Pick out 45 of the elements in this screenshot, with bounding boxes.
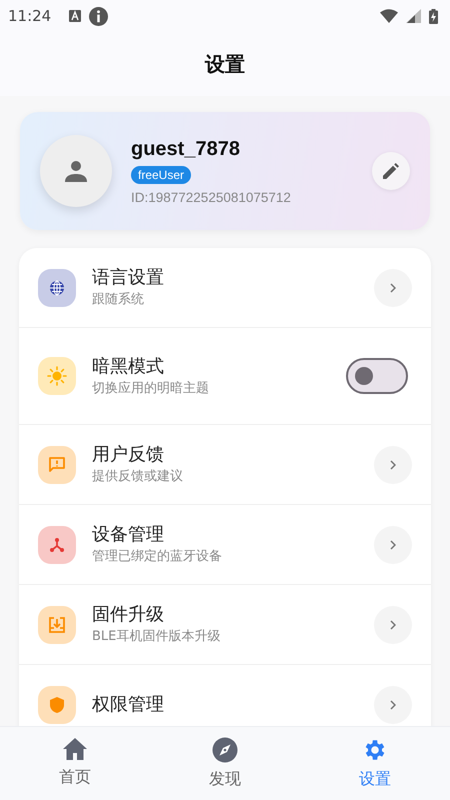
pencil-icon (383, 163, 399, 179)
chevron-icon (390, 282, 396, 292)
chevron-button[interactable] (374, 446, 412, 484)
battery-icon (429, 8, 438, 24)
setting-title: 语言设置 (92, 267, 165, 289)
settings-row[interactable]: 暗黑模式 切换应用的明暗主题 (19, 328, 431, 425)
keyboard-icon (69, 10, 82, 22)
nav-tab[interactable]: 发现 (150, 727, 300, 800)
signal-icon (406, 9, 421, 23)
username: guest_7878 (131, 138, 240, 160)
chevron-icon (390, 540, 396, 550)
setting-description: BLE耳机固件版本升级 (92, 628, 222, 645)
setting-title: 设备管理 (92, 524, 165, 546)
setting-description: 提供反馈或建议 (92, 468, 184, 485)
person-icon (65, 160, 87, 182)
user-level-tag: freeUser (131, 166, 192, 184)
settings-row[interactable]: 设备管理 管理已绑定的蓝牙设备 (19, 505, 431, 585)
setting-title: 暗黑模式 (92, 356, 165, 378)
setting-title: 权限管理 (92, 694, 165, 716)
chevron-button[interactable] (374, 268, 412, 306)
chevron-icon (390, 460, 396, 470)
compass-icon (212, 737, 238, 763)
nav-tab[interactable]: 首页 (0, 727, 150, 800)
user-id: ID:1987722525081075712 (131, 190, 291, 204)
setting-description: 跟随系统 (92, 291, 145, 308)
toggle-switch[interactable] (346, 358, 408, 394)
setting-title: 固件升级 (92, 604, 165, 626)
settings-row[interactable]: 用户反馈 提供反馈或建议 (19, 425, 431, 505)
home-icon (62, 737, 88, 761)
nav-tab[interactable]: 设置 (300, 727, 450, 800)
chevron-icon (390, 620, 396, 630)
chevron-button[interactable] (374, 606, 412, 644)
settings-row[interactable]: 语言设置 跟随系统 (19, 248, 431, 328)
chevron-button[interactable] (374, 686, 412, 724)
settings-row[interactable]: 固件升级 BLE耳机固件版本升级 (19, 585, 431, 665)
page-title: 设置 (205, 50, 245, 78)
chevron-icon (390, 700, 396, 710)
wifi-icon (380, 9, 398, 23)
info-icon (89, 6, 108, 26)
status-time: 11:24 (8, 7, 52, 25)
setting-title: 用户反馈 (92, 444, 165, 466)
setting-description: 管理已绑定的蓝牙设备 (92, 548, 223, 565)
chevron-button[interactable] (374, 526, 412, 564)
edit-button[interactable] (372, 152, 410, 190)
setting-description: 切换应用的明暗主题 (92, 380, 210, 396)
